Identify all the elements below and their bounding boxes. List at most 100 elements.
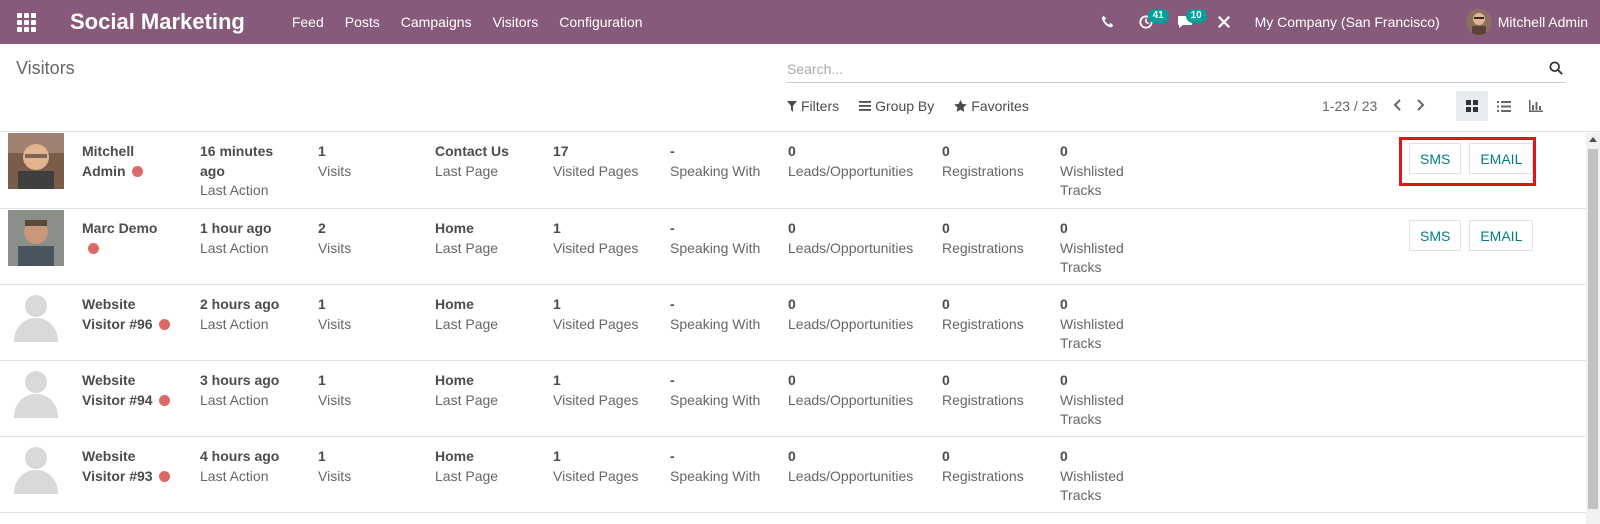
search-options: Filters Group By Favorites	[787, 98, 1049, 114]
menu-item-feed[interactable]: Feed	[292, 14, 324, 30]
last-page-cell: Home Last Page	[435, 371, 498, 410]
leads-label: Leads/Opportunities	[788, 315, 914, 332]
visitor-name-cell: Website Visitor #93	[82, 447, 174, 486]
last-action-label: Last Action	[200, 391, 269, 408]
registrations-label: Registrations	[942, 391, 1024, 408]
wishlisted-label: Wishlisted Tracks	[1060, 391, 1124, 428]
email-button[interactable]: EMAIL	[1469, 220, 1534, 251]
visitor-name[interactable]: Website Visitor #96	[82, 296, 153, 332]
speaking-with-label: Speaking With	[670, 239, 761, 256]
pager-next-icon[interactable]	[1417, 98, 1425, 114]
wishlisted-cell: 0 Wishlisted Tracks	[1060, 371, 1140, 430]
last-page-label: Last Page	[435, 162, 499, 179]
visits-label: Visits	[318, 315, 352, 332]
last-action-cell: 16 minutes ago Last Action	[200, 142, 300, 201]
list-view-icon[interactable]	[1488, 91, 1520, 121]
visitor-name[interactable]: Marc Demo	[82, 220, 157, 236]
visitor-row[interactable]: Website Visitor #96 2 hours ago Last Actio…	[0, 285, 1600, 361]
speaking-with-label: Speaking With	[670, 162, 761, 179]
wishlisted-value: 0	[1060, 448, 1068, 464]
scroll-up-icon[interactable]	[1589, 137, 1597, 142]
registrations-label: Registrations	[942, 467, 1024, 484]
menu-item-campaigns[interactable]: Campaigns	[401, 14, 472, 30]
wishlisted-value: 0	[1060, 372, 1068, 388]
last-page-cell: Home Last Page	[435, 295, 498, 334]
visitor-name[interactable]: Website Visitor #94	[82, 372, 153, 408]
app-brand[interactable]: Social Marketing	[70, 9, 245, 35]
menu-item-visitors[interactable]: Visitors	[493, 14, 539, 30]
menu-item-configuration[interactable]: Configuration	[559, 14, 642, 30]
visitor-avatar	[8, 286, 64, 342]
visitor-name[interactable]: Mitchell Admin	[82, 143, 134, 179]
wishlisted-label: Wishlisted Tracks	[1060, 162, 1124, 199]
speaking-with-value: -	[670, 448, 675, 464]
wishlisted-value: 0	[1060, 296, 1068, 312]
wishlisted-cell: 0 Wishlisted Tracks	[1060, 447, 1140, 506]
scroll-thumb[interactable]	[1588, 149, 1598, 509]
group-by-button[interactable]: Group By	[859, 98, 934, 114]
wishlisted-label: Wishlisted Tracks	[1060, 315, 1124, 352]
sms-button[interactable]: SMS	[1409, 220, 1462, 251]
visited-pages-label: Visited Pages	[553, 467, 639, 484]
view-switcher	[1456, 91, 1552, 121]
scrollbar[interactable]	[1586, 133, 1600, 524]
registrations-value: 0	[942, 372, 950, 388]
filters-button[interactable]: Filters	[787, 98, 839, 114]
favorites-button[interactable]: Favorites	[954, 98, 1029, 114]
visitor-row[interactable]: Marc Demo 1 hour ago Last Action 2 Visits Hom…	[0, 209, 1600, 285]
visitor-list: Mitchell Admin 16 minutes ago Last Action 1…	[0, 132, 1600, 513]
messages-icon[interactable]: 10	[1177, 9, 1207, 29]
registrations-label: Registrations	[942, 162, 1024, 179]
visitor-row[interactable]: Website Visitor #93 4 hours ago Last Actio…	[0, 437, 1600, 513]
wishlisted-label: Wishlisted Tracks	[1060, 467, 1124, 504]
leads-cell: 0 Leads/Opportunities	[788, 219, 913, 258]
visits-cell: 1 Visits	[318, 371, 351, 410]
activity-clock-icon[interactable]: 41	[1139, 9, 1169, 29]
menu-item-posts[interactable]: Posts	[345, 14, 380, 30]
visits-cell: 2 Visits	[318, 219, 351, 258]
last-action-cell: 4 hours ago Last Action	[200, 447, 300, 486]
registrations-cell: 0 Registrations	[942, 295, 1024, 334]
leads-value: 0	[788, 143, 796, 159]
visited-pages-cell: 17 Visited Pages	[553, 142, 638, 181]
last-action-label: Last Action	[200, 239, 269, 256]
registrations-value: 0	[942, 143, 950, 159]
leads-value: 0	[788, 296, 796, 312]
registrations-value: 0	[942, 296, 950, 312]
registrations-label: Registrations	[942, 315, 1024, 332]
visits-label: Visits	[318, 239, 352, 256]
leads-cell: 0 Leads/Opportunities	[788, 447, 913, 486]
speaking-with-cell: - Speaking With	[670, 142, 760, 181]
kanban-view-icon[interactable]	[1456, 91, 1488, 121]
visited-pages-label: Visited Pages	[553, 391, 639, 408]
last-action-cell: 2 hours ago Last Action	[200, 295, 300, 334]
visited-pages-value: 1	[553, 220, 561, 236]
search-input[interactable]	[787, 57, 1527, 81]
visitor-row[interactable]: Mitchell Admin 16 minutes ago Last Action 1…	[0, 132, 1600, 209]
debug-tools-icon[interactable]	[1217, 15, 1231, 29]
graph-view-icon[interactable]	[1520, 91, 1552, 121]
registrations-value: 0	[942, 220, 950, 236]
visitor-name-cell: Website Visitor #94	[82, 371, 174, 410]
visitor-row[interactable]: Website Visitor #94 3 hours ago Last Actio…	[0, 361, 1600, 437]
last-page-value: Home	[435, 448, 474, 464]
phone-icon[interactable]	[1101, 15, 1115, 29]
company-switcher[interactable]: My Company (San Francisco)	[1255, 14, 1440, 30]
apps-menu-icon[interactable]	[16, 12, 36, 32]
visitor-name[interactable]: Website Visitor #93	[82, 448, 153, 484]
pager-previous-icon[interactable]	[1393, 98, 1401, 114]
user-menu[interactable]: Mitchell Admin	[1465, 9, 1588, 35]
last-action-label: Last Action	[200, 467, 269, 484]
filter-icon	[787, 100, 797, 112]
user-name: Mitchell Admin	[1497, 14, 1588, 30]
activity-count-badge: 41	[1147, 9, 1169, 23]
search-icon[interactable]	[1549, 61, 1563, 80]
pager-value[interactable]: 1-23 / 23	[1322, 98, 1377, 114]
visited-pages-label: Visited Pages	[553, 239, 639, 256]
speaking-with-cell: - Speaking With	[670, 447, 760, 486]
last-page-value: Home	[435, 220, 474, 236]
wishlisted-value: 0	[1060, 143, 1068, 159]
last-action-value: 2 hours ago	[200, 296, 280, 312]
wishlisted-cell: 0 Wishlisted Tracks	[1060, 295, 1140, 354]
last-page-value: Contact Us	[435, 143, 509, 159]
